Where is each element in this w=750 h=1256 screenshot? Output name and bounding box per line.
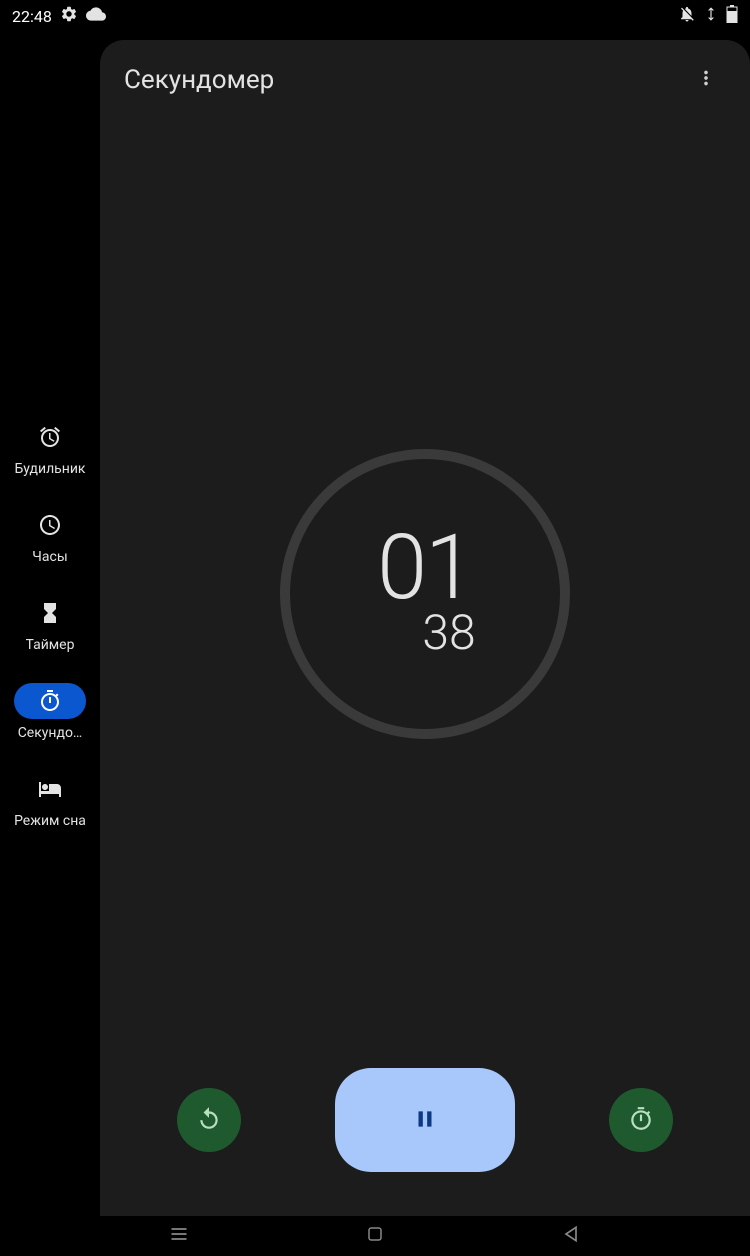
bed-icon xyxy=(14,771,86,807)
controls xyxy=(100,1068,750,1216)
home-button[interactable] xyxy=(366,1225,384,1247)
hourglass-icon xyxy=(14,595,86,631)
system-nav-bar xyxy=(0,1216,750,1256)
alarm-icon xyxy=(14,419,86,455)
sidebar-item-clock[interactable]: Часы xyxy=(2,507,98,565)
sidebar-item-timer[interactable]: Таймер xyxy=(2,595,98,653)
status-right xyxy=(678,5,738,27)
sidebar-item-label: Таймер xyxy=(26,637,75,653)
elapsed-hundredths: 38 xyxy=(422,604,475,661)
back-button[interactable] xyxy=(561,1224,581,1248)
elapsed-seconds: 01 xyxy=(377,527,473,608)
wifi-icon xyxy=(704,5,718,27)
more-options-button[interactable] xyxy=(686,60,726,100)
pause-button[interactable] xyxy=(335,1068,515,1172)
stopwatch-icon xyxy=(14,683,86,719)
stopwatch-circle: 01 38 xyxy=(280,449,570,739)
lap-button[interactable] xyxy=(609,1088,673,1152)
sidebar-item-label: Секундо… xyxy=(18,725,83,741)
recent-apps-button[interactable] xyxy=(169,1224,189,1248)
status-bar: 22:48 xyxy=(0,0,750,32)
battery-icon xyxy=(726,5,738,27)
status-left: 22:48 xyxy=(12,4,106,28)
stopwatch-display: 01 38 xyxy=(100,120,750,1068)
cloud-icon xyxy=(86,4,106,28)
sidebar-item-label: Режим сна xyxy=(14,813,86,829)
app-container: Будильник Часы Таймер Секундо… Режим сна xyxy=(0,32,750,1216)
page-title: Секундомер xyxy=(124,65,274,95)
status-time: 22:48 xyxy=(12,7,52,26)
notifications-off-icon xyxy=(678,5,696,27)
reset-button[interactable] xyxy=(177,1088,241,1152)
gear-icon xyxy=(60,5,78,27)
pause-icon xyxy=(412,1106,438,1135)
sidebar-item-label: Часы xyxy=(32,549,67,565)
sidebar-item-label: Будильник xyxy=(14,461,85,477)
clock-icon xyxy=(14,507,86,543)
sidebar-item-bedtime[interactable]: Режим сна xyxy=(2,771,98,829)
reset-icon xyxy=(196,1106,222,1135)
sidebar-item-alarm[interactable]: Будильник xyxy=(2,419,98,477)
main-panel: Секундомер 01 38 xyxy=(100,40,750,1216)
more-vert-icon xyxy=(695,67,717,93)
sidebar: Будильник Часы Таймер Секундо… Режим сна xyxy=(0,32,100,1216)
main-header: Секундомер xyxy=(100,40,750,120)
lap-stopwatch-icon xyxy=(628,1106,654,1135)
sidebar-item-stopwatch[interactable]: Секундо… xyxy=(2,683,98,741)
